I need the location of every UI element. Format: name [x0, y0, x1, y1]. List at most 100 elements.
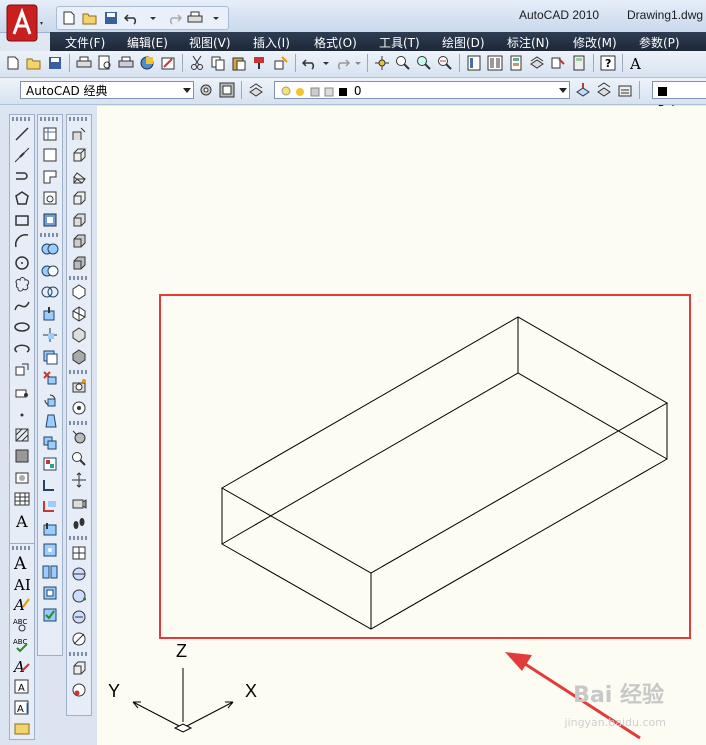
scale-text-icon[interactable]: A: [12, 678, 32, 697]
pan-hand-icon[interactable]: [69, 471, 89, 491]
offset-faces-icon[interactable]: [40, 347, 60, 367]
polyline-icon[interactable]: [12, 167, 32, 187]
zoom-realtime-icon[interactable]: [394, 54, 412, 72]
color-edges-icon[interactable]: [40, 498, 60, 518]
polygon-icon[interactable]: [12, 189, 32, 209]
box-wireframe[interactable]: [220, 316, 669, 630]
walk-icon[interactable]: [69, 514, 89, 534]
gradient-icon[interactable]: [12, 447, 32, 467]
block-editor-icon[interactable]: [272, 54, 290, 72]
toolbar-grip[interactable]: [69, 275, 89, 280]
copy-icon[interactable]: [209, 54, 227, 72]
menu-file[interactable]: 文件(F): [65, 34, 105, 51]
layer-previous-icon[interactable]: [595, 81, 613, 99]
wedge-icon[interactable]: [69, 167, 89, 187]
zoom-previous-icon[interactable]: [436, 54, 454, 72]
copy-faces-icon[interactable]: [40, 433, 60, 453]
open-folder-icon[interactable]: [81, 9, 99, 27]
new-file-icon[interactable]: [60, 9, 78, 27]
shade-3d-wireframe-icon[interactable]: [69, 304, 89, 324]
workspace-select[interactable]: AutoCAD 经典: [20, 81, 194, 99]
etransmit-icon[interactable]: [159, 54, 177, 72]
layout-viewport-icon[interactable]: [40, 146, 60, 166]
save-icon[interactable]: [102, 9, 120, 27]
polysolid-icon[interactable]: [69, 124, 89, 144]
menu-format[interactable]: 格式(O): [314, 34, 357, 51]
menu-edit[interactable]: 编辑(E): [127, 34, 168, 51]
sheet-set-icon[interactable]: [528, 54, 546, 72]
front-view-icon[interactable]: [69, 586, 89, 606]
box-icon[interactable]: [69, 146, 89, 166]
separate-icon[interactable]: [40, 562, 60, 582]
sw-isometric-icon[interactable]: [69, 629, 89, 649]
find-replace-icon[interactable]: ABC: [12, 615, 32, 634]
calculator-icon[interactable]: [570, 54, 588, 72]
toolbar-grip[interactable]: [69, 651, 89, 656]
undo-dropdown-icon[interactable]: [322, 54, 330, 72]
circle-icon[interactable]: [12, 253, 32, 273]
match-properties-icon[interactable]: [251, 54, 269, 72]
properties-icon[interactable]: [465, 54, 483, 72]
mtext-icon[interactable]: A: [12, 553, 32, 572]
menu-tools[interactable]: 工具(T): [379, 34, 420, 51]
named-views-icon[interactable]: [69, 543, 89, 563]
line-icon[interactable]: [12, 124, 32, 144]
tool-palettes-icon[interactable]: [507, 54, 525, 72]
edit-text-icon[interactable]: A: [12, 594, 32, 613]
left-view-icon[interactable]: [69, 608, 89, 628]
revision-cloud-icon[interactable]: [12, 275, 32, 295]
toolbar-grip[interactable]: [69, 420, 89, 425]
spline-icon[interactable]: [12, 296, 32, 316]
model-viewport[interactable]: Z Y X: [97, 106, 706, 745]
point-icon[interactable]: [12, 404, 32, 424]
check-icon[interactable]: [40, 605, 60, 625]
ellipse-arc-icon[interactable]: [12, 339, 32, 359]
shade-realistic-icon[interactable]: [69, 347, 89, 367]
layer-states-icon[interactable]: [616, 81, 634, 99]
walk-camera-icon[interactable]: [69, 492, 89, 512]
toolbar-grip[interactable]: [12, 117, 32, 121]
redo-dropdown-icon[interactable]: [354, 54, 362, 72]
redo-icon[interactable]: [333, 54, 351, 72]
move-faces-icon[interactable]: [40, 326, 60, 346]
camera-icon[interactable]: [69, 377, 89, 397]
qnew-icon[interactable]: [4, 54, 22, 72]
justify-text-icon[interactable]: A: [12, 698, 32, 717]
zoom-icon[interactable]: [69, 449, 89, 469]
clip-viewport-icon[interactable]: [40, 189, 60, 209]
toolbar-grip[interactable]: [40, 117, 60, 121]
application-menu-button[interactable]: [6, 4, 46, 44]
table-icon[interactable]: [12, 490, 32, 510]
toolbar-grip[interactable]: [69, 117, 89, 121]
menu-modify[interactable]: 修改(M): [573, 34, 617, 51]
toolbar-grip[interactable]: [69, 536, 89, 540]
cut-icon[interactable]: [188, 54, 206, 72]
undo-icon[interactable]: [301, 54, 319, 72]
toolbar-grip[interactable]: [12, 546, 32, 550]
shade-2d-wireframe-icon[interactable]: [69, 283, 89, 303]
redo-icon[interactable]: [165, 9, 183, 27]
single-line-text-icon[interactable]: AI: [12, 574, 32, 593]
region-icon[interactable]: [12, 468, 32, 488]
cylinder-icon[interactable]: [69, 232, 89, 252]
zoom-window-icon[interactable]: [415, 54, 433, 72]
constrained-orbit-icon[interactable]: [69, 428, 89, 448]
plot-icon[interactable]: [186, 9, 204, 27]
multiline-text-icon[interactable]: A: [12, 511, 32, 531]
construction-line-icon[interactable]: [12, 146, 32, 166]
drawing-canvas[interactable]: Z Y X Bai 经验 jingyan.baidu.com: [97, 106, 706, 745]
ellipse-icon[interactable]: [12, 318, 32, 338]
quick-access-dropdown-icon[interactable]: [207, 9, 225, 27]
subtract-icon[interactable]: [40, 261, 60, 281]
clean-screen-icon[interactable]: [218, 81, 236, 99]
shade-hidden-icon[interactable]: [69, 326, 89, 346]
menu-parametric[interactable]: 参数(P): [639, 34, 680, 51]
layer-select[interactable]: 0: [274, 81, 570, 99]
toolbar-grip[interactable]: [69, 369, 89, 374]
shell-icon[interactable]: [40, 584, 60, 604]
3d-print-icon[interactable]: [138, 54, 156, 72]
plot-preview-icon[interactable]: [96, 54, 114, 72]
torus-icon[interactable]: [69, 253, 89, 273]
undo-icon[interactable]: [123, 9, 141, 27]
help-icon[interactable]: ?: [599, 54, 617, 72]
